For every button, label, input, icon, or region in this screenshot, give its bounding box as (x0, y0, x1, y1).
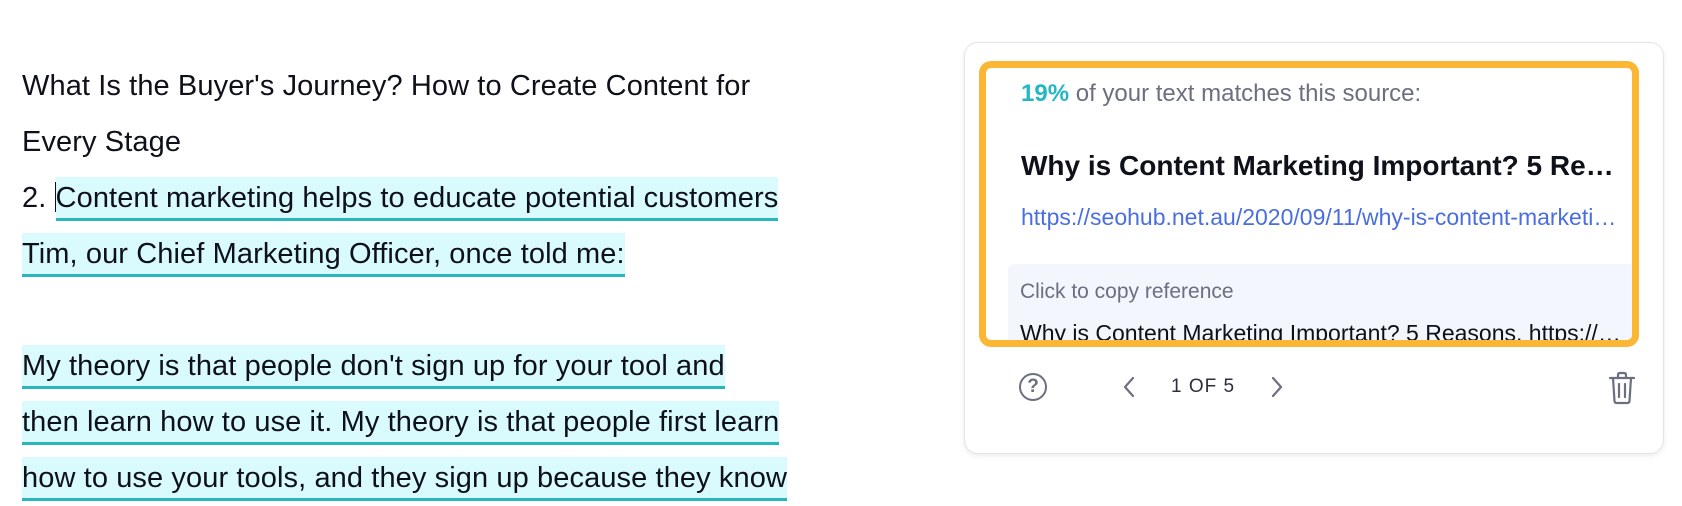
heading-line-2: Every Stage (22, 126, 182, 158)
quote-line-1: My theory is that people don't sign up f… (22, 338, 922, 394)
quote-line-2: then learn how to use it. My theory is t… (22, 394, 922, 450)
help-icon[interactable]: ? (1019, 373, 1047, 401)
quote-line-3: how to use your tools, and they sign up … (22, 450, 922, 506)
plagiarism-highlight-2-continued[interactable]: then learn how to use it. My theory is t… (22, 401, 780, 445)
chevron-left-icon[interactable] (1113, 369, 1145, 405)
plagiarism-highlight-2[interactable]: My theory is that people don't sign up f… (22, 345, 725, 389)
plagiarism-highlight-1[interactable]: Content marketing helps to educate poten… (55, 177, 779, 221)
reference-text: Why is Content Marketing Important? 5 Re… (1020, 320, 1630, 346)
card-footer: ? 1 OF 5 (965, 361, 1663, 421)
paragraph-quote-intro: Tim, our Chief Marketing Officer, once t… (22, 226, 922, 282)
match-percent: 19% (1021, 80, 1070, 107)
page-counter: 1 OF 5 (1171, 376, 1236, 397)
trash-icon[interactable] (1605, 369, 1639, 407)
match-text: of your text matches this source: (1069, 80, 1422, 107)
plagiarism-highlight-1-continued[interactable]: Tim, our Chief Marketing Officer, once t… (22, 233, 625, 277)
source-title: Why is Content Marketing Important? 5 Re… (1021, 150, 1621, 181)
copy-reference-hint: Click to copy reference (1020, 280, 1234, 303)
source-match-panel: 19% of your text matches this source: Wh… (979, 61, 1639, 347)
paragraph-item-2: 2. Content marketing helps to educate po… (22, 170, 922, 226)
copy-reference-button[interactable]: Click to copy reference Why is Content M… (1008, 264, 1632, 346)
page: What Is the Buyer's Journey? How to Crea… (0, 0, 1682, 506)
plagiarism-source-card: 19% of your text matches this source: Wh… (964, 42, 1664, 454)
document-editor[interactable]: What Is the Buyer's Journey? How to Crea… (22, 58, 922, 506)
source-pager: 1 OF 5 (1113, 369, 1293, 405)
heading-line-1: What Is the Buyer's Journey? How to Crea… (22, 70, 751, 102)
source-url-link[interactable]: https://seohub.net.au/2020/09/11/why-is-… (1021, 204, 1621, 231)
chevron-right-icon[interactable] (1261, 369, 1293, 405)
match-summary: 19% of your text matches this source: (1021, 80, 1421, 108)
plagiarism-highlight-2-continued[interactable]: how to use your tools, and they sign up … (22, 457, 788, 501)
item-number: 2. (22, 182, 55, 214)
